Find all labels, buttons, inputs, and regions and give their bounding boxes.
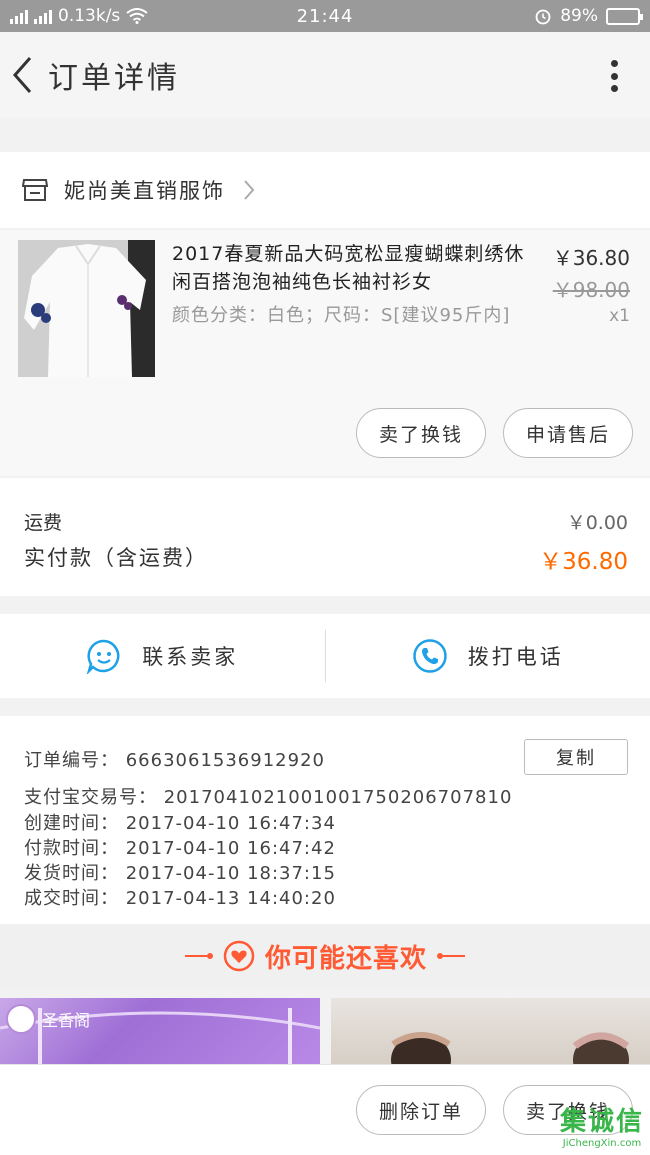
signal-icon <box>10 8 28 24</box>
delete-order-button[interactable]: 删除订单 <box>356 1085 486 1135</box>
page-title: 订单详情 <box>48 61 180 96</box>
phone-icon <box>413 639 447 673</box>
product-title: 2017春夏新品大码宽松显瘦蝴蝶刺绣休闲百搭泡泡袖纯色长袖衬衫女 <box>172 243 525 293</box>
alarm-icon <box>535 9 551 25</box>
contact-seller-label: 联系卖家 <box>142 645 239 669</box>
store-icon <box>22 179 48 201</box>
wifi-icon <box>126 8 148 24</box>
recommend-title: 你可能还喜欢 <box>264 943 427 974</box>
store-logo-icon <box>6 1004 36 1034</box>
battery-percent: 89% <box>560 6 598 26</box>
contact-seller-button[interactable]: 联系卖家 <box>0 614 325 698</box>
recommend-header: 你可能还喜欢 <box>0 924 650 988</box>
completed-time: 成交时间： 2017-04-13 14:40:20 <box>24 888 336 909</box>
recommend-item[interactable]: 圣香阁 <box>0 998 320 1064</box>
shipping-value: ￥0.00 <box>566 512 628 534</box>
shop-row[interactable]: 妮尚美直销服饰 <box>0 152 650 228</box>
decor-left <box>184 953 213 959</box>
store-badge: 圣香阁 <box>6 1004 90 1034</box>
product-original-price: ￥98.00 <box>552 278 630 302</box>
shipping-label: 运费 <box>24 512 63 534</box>
status-bar: 0.13k/s 21:44 89% <box>0 0 650 32</box>
total-label: 实付款（含运费） <box>24 546 208 570</box>
order-number: 订单编号： 6663061536912920 <box>24 750 325 771</box>
product-quantity: x1 <box>609 306 630 326</box>
signal-2-icon <box>34 8 52 24</box>
product-spec: 颜色分类：白色；尺码：S[建议95斤内] <box>172 305 511 326</box>
back-button[interactable] <box>2 32 42 118</box>
sell-button[interactable]: 卖了换钱 <box>356 408 486 458</box>
battery-icon <box>606 7 643 25</box>
chevron-right-icon <box>244 180 255 200</box>
contact-bar: 联系卖家 拨打电话 <box>0 614 650 698</box>
paid-time: 付款时间： 2017-04-10 16:47:42 <box>24 838 336 859</box>
call-button[interactable]: 拨打电话 <box>326 614 650 698</box>
network-speed: 0.13k/s <box>58 6 121 26</box>
created-time: 创建时间： 2017-04-10 16:47:34 <box>24 813 336 834</box>
product-price: ￥36.80 <box>552 246 630 270</box>
watermark: 集诚信 JiChengXin.com <box>559 1107 644 1149</box>
after-sale-button[interactable]: 申请售后 <box>503 408 633 458</box>
fees-section: 运费 ￥0.00 实付款（含运费） ￥36.80 <box>0 478 650 596</box>
chevron-left-icon <box>12 57 32 93</box>
nav-bar: 订单详情 <box>0 32 650 118</box>
total-value: ￥36.80 <box>539 549 628 575</box>
copy-button[interactable]: 复制 <box>524 739 628 775</box>
chat-icon <box>87 639 120 674</box>
recommend-item[interactable] <box>331 998 650 1064</box>
order-info: 订单编号： 6663061536912920 复制 支付宝交易号： 201704… <box>0 716 650 924</box>
more-menu-icon[interactable] <box>608 60 620 92</box>
product-card[interactable]: 2017春夏新品大码宽松显瘦蝴蝶刺绣休闲百搭泡泡袖纯色长袖衬衫女 颜色分类：白色… <box>0 230 650 476</box>
shipped-time: 发货时间： 2017-04-10 18:37:15 <box>24 863 336 884</box>
footer-bar: 删除订单 卖了换钱 集诚信 JiChengXin.com <box>0 1064 650 1155</box>
alipay-number: 支付宝交易号： 2017041021001001750206707810 <box>24 787 513 808</box>
decor-right <box>437 953 465 959</box>
shop-name: 妮尚美直销服饰 <box>64 179 225 203</box>
product-image[interactable] <box>18 240 155 377</box>
call-label: 拨打电话 <box>467 645 564 669</box>
heart-icon <box>223 940 255 972</box>
